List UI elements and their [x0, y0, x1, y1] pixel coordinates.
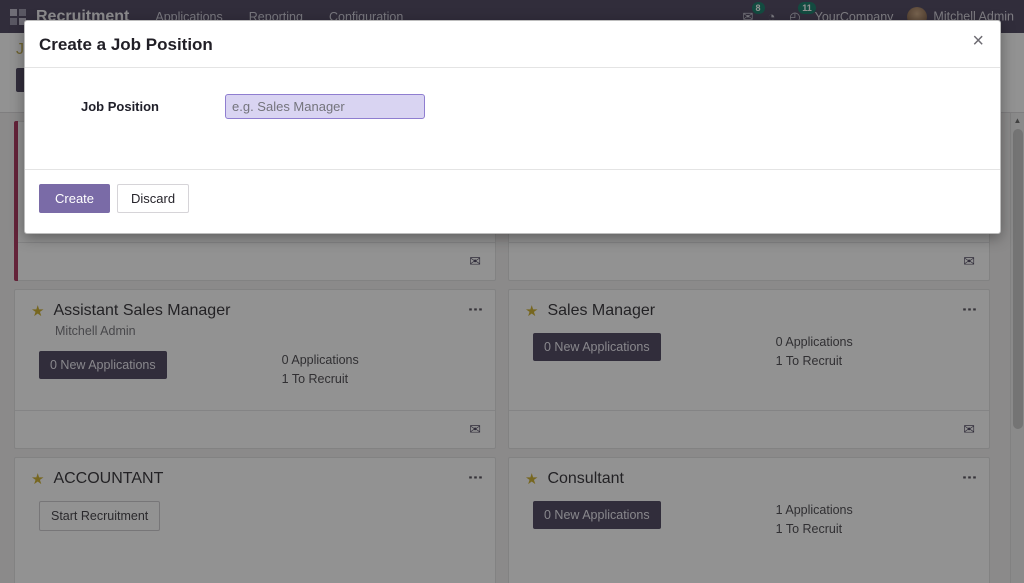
- job-position-label: Job Position: [81, 99, 159, 114]
- dialog-header: Create a Job Position ×: [25, 21, 1000, 68]
- job-position-input[interactable]: [225, 94, 425, 119]
- job-position-field-wrap: [207, 94, 986, 119]
- create-button[interactable]: Create: [39, 184, 111, 213]
- discard-button[interactable]: Discard: [117, 184, 190, 213]
- job-position-form-row: Job Position: [39, 94, 986, 119]
- dialog-body: Job Position: [25, 68, 1000, 169]
- dialog-footer: Create Discard: [25, 169, 1000, 233]
- create-job-position-dialog: Create a Job Position × Job Position Cre…: [24, 20, 1001, 234]
- dialog-title: Create a Job Position: [39, 35, 213, 54]
- app-root: Recruitment Applications Reporting Confi…: [0, 0, 1024, 583]
- close-icon[interactable]: ×: [972, 31, 984, 51]
